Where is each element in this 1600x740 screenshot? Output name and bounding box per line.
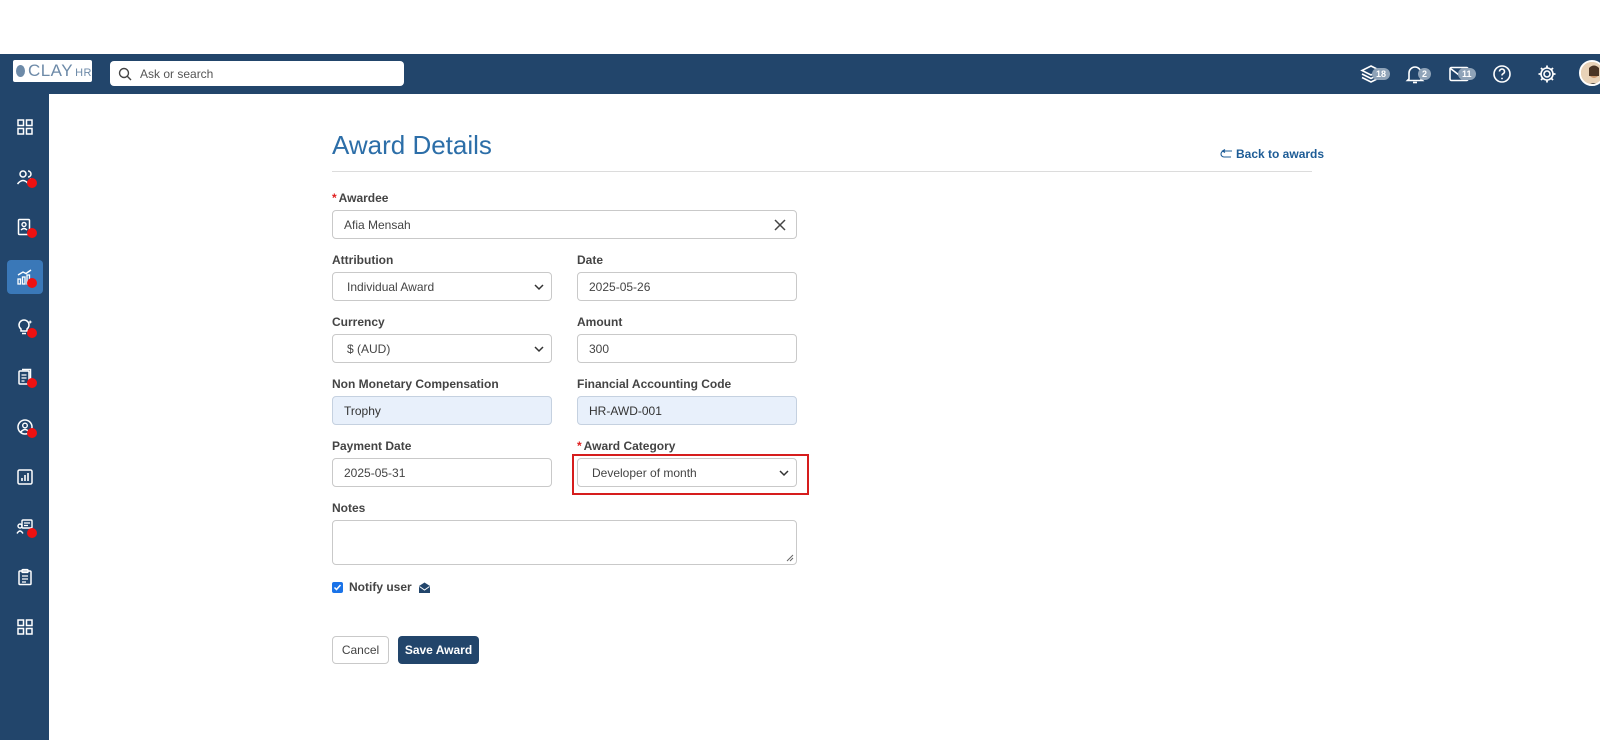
notifications-badge: 2 [1418, 68, 1432, 80]
awardee-value: Afia Mensah [344, 217, 411, 232]
notify-user-checkbox[interactable] [332, 581, 343, 593]
notify-user-label: Notify user [349, 580, 412, 594]
sidebar-item-documents[interactable] [7, 360, 43, 394]
user-photo-icon [1581, 62, 1600, 84]
notify-user-row: Notify user [332, 580, 431, 594]
clipboard-icon [18, 568, 32, 586]
accounting-code-label: Financial Accounting Code [577, 377, 732, 391]
search-icon [118, 67, 132, 80]
sidebar-item-dashboard[interactable] [7, 110, 43, 144]
messages-badge: 11 [1458, 68, 1476, 80]
sidebar-item-ideas[interactable] [7, 310, 43, 344]
attribution-label: Attribution [332, 253, 394, 267]
award-category-label: * Award Category [577, 439, 676, 453]
currency-label: Currency [332, 315, 385, 329]
accounting-code-field[interactable]: HR-AWD-001 [577, 396, 797, 425]
sidebar-item-team[interactable] [7, 510, 43, 544]
payment-date-label: Payment Date [332, 439, 412, 453]
layers-badge: 18 [1372, 68, 1391, 80]
sidebar-item-profile[interactable] [7, 410, 43, 444]
sidebar-item-clipboard[interactable] [7, 560, 43, 594]
logo-text: CLAY [27, 61, 74, 80]
non-monetary-field[interactable]: Trophy [332, 396, 552, 425]
report-chart-icon [17, 469, 33, 485]
clay-hr-logo[interactable]: CLAY HR [13, 60, 92, 82]
sidebar [0, 94, 49, 740]
alert-dot [27, 178, 37, 188]
clear-awardee-icon[interactable] [773, 218, 787, 232]
sidebar-item-reports[interactable] [7, 460, 43, 494]
back-arrow-icon [1220, 149, 1232, 158]
payment-date-value: 2025-05-31 [344, 465, 406, 480]
payment-date-field[interactable]: 2025-05-31 [332, 458, 552, 487]
alert-dot [27, 528, 37, 538]
cancel-button[interactable]: Cancel [332, 636, 389, 664]
date-label: Date [577, 253, 604, 267]
notes-label: Notes [332, 501, 366, 515]
alert-dot [27, 328, 37, 338]
alert-dot [27, 278, 37, 288]
attribution-select[interactable]: Individual Award [332, 272, 552, 301]
sidebar-item-apps[interactable] [7, 610, 43, 644]
amount-field[interactable]: 300 [577, 334, 797, 363]
awardee-label: * Awardee [332, 191, 389, 205]
sidebar-item-people[interactable] [7, 160, 43, 194]
amount-value: 300 [589, 341, 610, 356]
logo-suffix: HR [75, 66, 92, 79]
search-box[interactable] [110, 61, 404, 86]
chevron-down-icon [534, 346, 544, 353]
checkmark-icon [333, 584, 342, 591]
awardee-field[interactable]: Afia Mensah [332, 210, 797, 239]
currency-select[interactable]: $ (AUD) [332, 334, 552, 363]
date-value: 2025-05-26 [589, 279, 651, 294]
dashboard-grid-icon [17, 119, 33, 135]
top-bar: CLAY HR 18 2 11 [0, 54, 1600, 94]
logo-mark-icon [16, 65, 25, 77]
back-link-label: Back to awards [1236, 147, 1325, 161]
date-field[interactable]: 2025-05-26 [577, 272, 797, 301]
non-monetary-label: Non Monetary Compensation [332, 377, 499, 391]
title-divider [332, 171, 1312, 172]
accounting-code-value: HR-AWD-001 [589, 403, 662, 418]
gear-icon[interactable] [1535, 62, 1559, 86]
email-notify-icon [418, 582, 430, 593]
notes-textarea[interactable] [332, 520, 797, 565]
award-category-highlight [572, 454, 809, 495]
help-icon[interactable] [1490, 62, 1514, 86]
currency-value: $ (AUD) [347, 341, 391, 356]
alert-dot [27, 228, 37, 238]
back-to-awards-link[interactable]: Back to awards [1220, 147, 1324, 161]
sidebar-item-awards[interactable] [7, 260, 43, 294]
amount-label: Amount [577, 315, 623, 329]
resize-handle-icon[interactable] [786, 554, 794, 562]
alert-dot [27, 428, 37, 438]
apps-grid-icon [17, 619, 33, 635]
search-input[interactable] [140, 66, 390, 81]
attribution-value: Individual Award [347, 279, 435, 294]
alert-dot [27, 378, 37, 388]
page-title: Award Details [332, 130, 492, 160]
sidebar-item-id-card[interactable] [7, 210, 43, 244]
chevron-down-icon [534, 284, 544, 291]
avatar[interactable] [1579, 60, 1600, 86]
save-award-button[interactable]: Save Award [398, 636, 479, 664]
non-monetary-value: Trophy [344, 403, 381, 418]
